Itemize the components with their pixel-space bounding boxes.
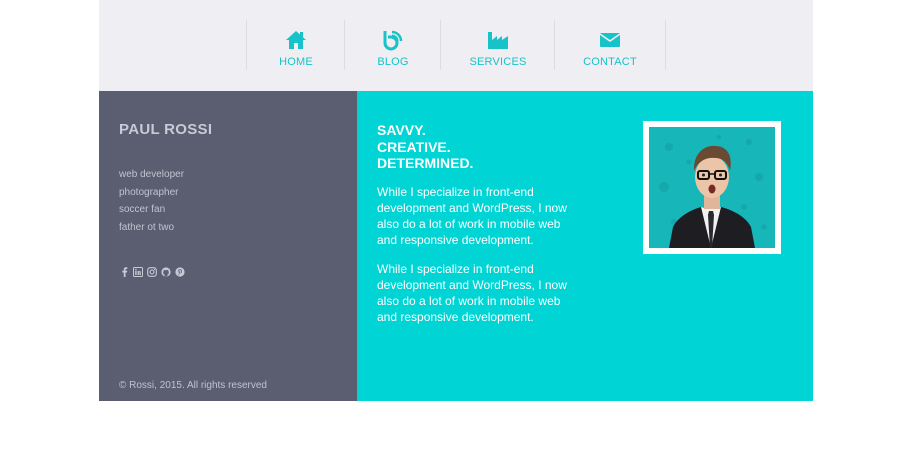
nav-blog[interactable]: BLOG bbox=[344, 20, 441, 70]
profile-photo-frame bbox=[643, 121, 781, 254]
copyright-text: © Rossi, 2015. All rights reserved bbox=[119, 380, 267, 391]
page: HOME BLOG SERVICES CONTACT PAUL ROSSI we… bbox=[99, 0, 813, 401]
sidebar: PAUL ROSSI web developer photographer so… bbox=[99, 91, 357, 401]
social-links bbox=[119, 267, 185, 277]
nav-services[interactable]: SERVICES bbox=[440, 20, 555, 70]
blog-icon bbox=[382, 29, 404, 51]
main-content: SAVVY. CREATIVE. DETERMINED. While I spe… bbox=[357, 91, 813, 401]
intro-paragraph: While I specialize in front-end developm… bbox=[377, 262, 567, 324]
nav-home-label: HOME bbox=[279, 56, 313, 68]
envelope-icon bbox=[599, 29, 621, 51]
top-navigation: HOME BLOG SERVICES CONTACT bbox=[99, 0, 813, 91]
home-icon bbox=[285, 29, 307, 51]
role-item: father ot two bbox=[119, 222, 175, 234]
role-item: photographer bbox=[119, 186, 179, 198]
headline-line: CREATIVE. bbox=[377, 138, 451, 155]
role-item: web developer bbox=[119, 169, 185, 180]
nav-contact[interactable]: CONTACT bbox=[554, 20, 666, 70]
profile-name: PAUL ROSSI bbox=[119, 121, 213, 138]
factory-icon bbox=[487, 29, 509, 51]
headline: SAVVY. CREATIVE. DETERMINED. bbox=[377, 122, 473, 172]
nav-blog-label: BLOG bbox=[377, 56, 409, 68]
facebook-icon[interactable] bbox=[119, 267, 129, 277]
headline-line: SAVVY. bbox=[377, 122, 426, 138]
github-icon[interactable] bbox=[161, 267, 171, 277]
headline-line: DETERMINED. bbox=[377, 155, 474, 171]
role-item: soccer fan bbox=[119, 204, 166, 216]
linkedin-icon[interactable] bbox=[133, 267, 143, 277]
nav-home[interactable]: HOME bbox=[246, 20, 345, 70]
nav-contact-label: CONTACT bbox=[583, 56, 637, 68]
profile-photo bbox=[649, 127, 775, 248]
nav-services-label: SERVICES bbox=[469, 56, 527, 68]
instagram-icon[interactable] bbox=[147, 267, 157, 277]
roles-list: web developer photographer soccer fan fa… bbox=[119, 166, 184, 237]
intro-paragraph: While I specialize in front-end developm… bbox=[377, 185, 567, 247]
pinterest-icon[interactable] bbox=[175, 267, 185, 277]
